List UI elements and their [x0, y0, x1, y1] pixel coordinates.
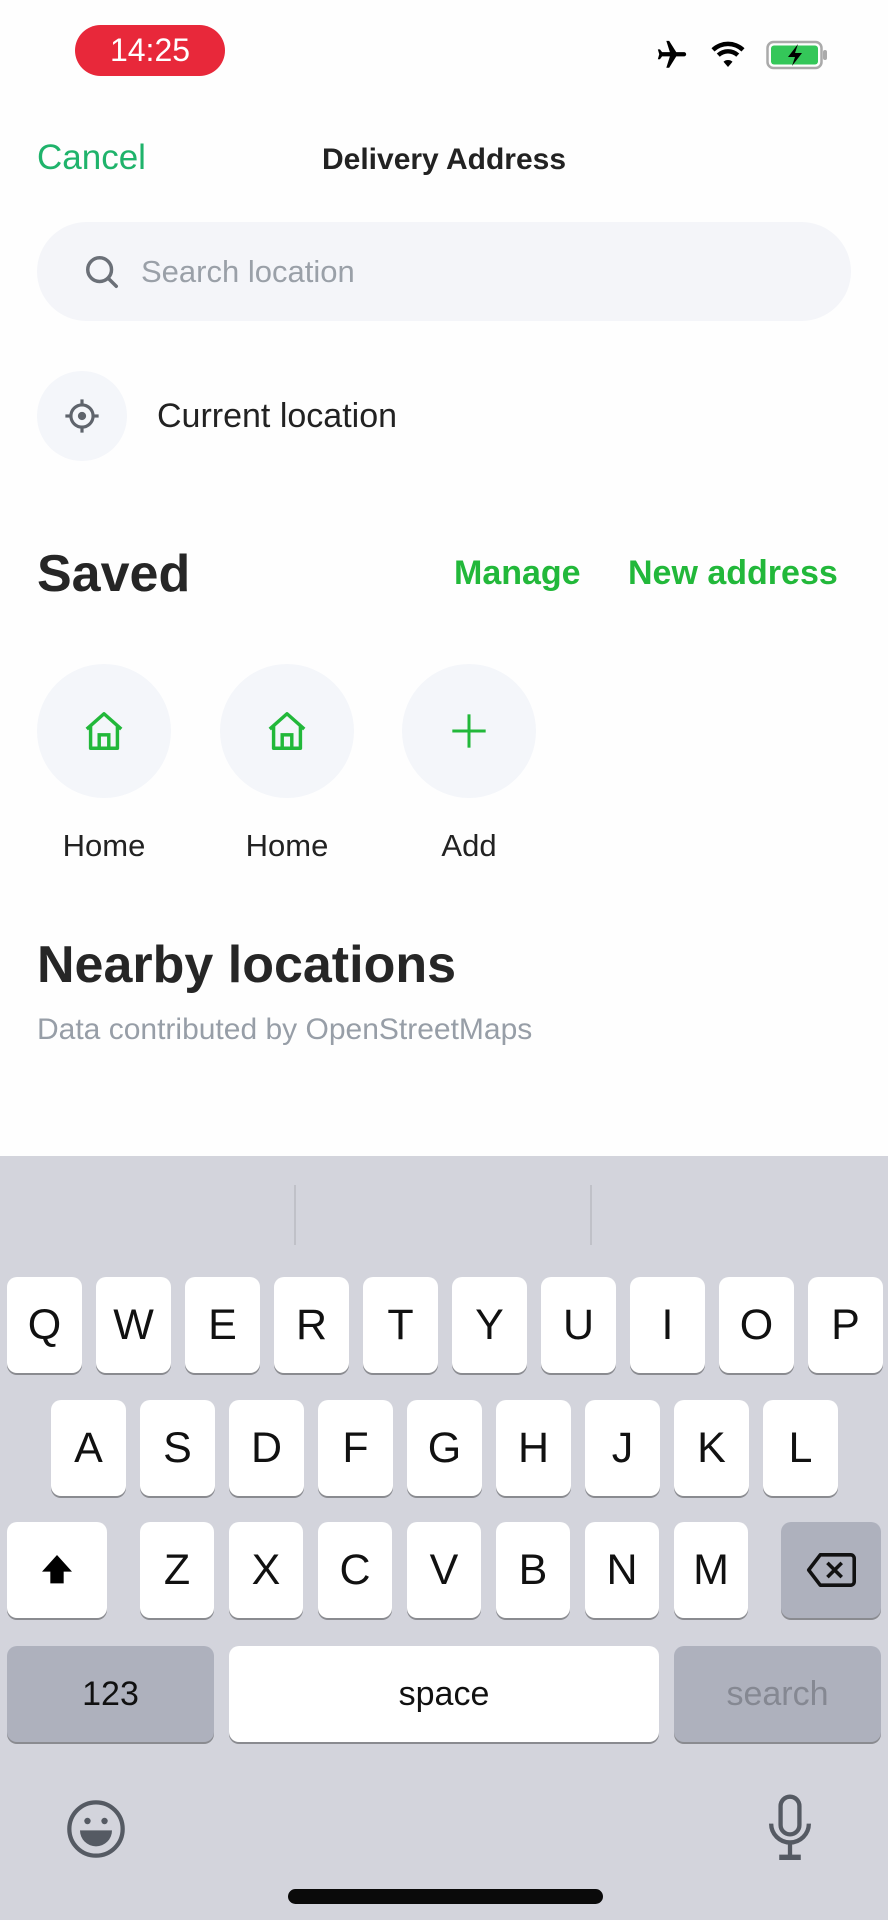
current-location-label: Current location: [157, 396, 398, 435]
key-b[interactable]: B: [496, 1522, 570, 1618]
suggestion-divider: [294, 1185, 296, 1245]
home-icon: [268, 712, 306, 750]
nearby-heading: Nearby locations: [37, 936, 457, 994]
battery-charging-icon: [766, 40, 827, 70]
saved-item-label: Home: [62, 828, 146, 863]
crosshair-icon: [65, 399, 99, 433]
key-o[interactable]: O: [719, 1277, 794, 1373]
saved-heading: Saved: [37, 545, 191, 603]
key-v[interactable]: V: [407, 1522, 481, 1618]
key-j[interactable]: J: [585, 1400, 660, 1496]
saved-item-label: Home: [245, 828, 329, 863]
key-f[interactable]: F: [318, 1400, 393, 1496]
numbers-key[interactable]: 123: [7, 1646, 214, 1742]
search-input[interactable]: [141, 253, 791, 290]
key-s[interactable]: S: [140, 1400, 215, 1496]
status-icons: [654, 38, 828, 72]
key-z[interactable]: Z: [140, 1522, 214, 1618]
home-indicator: [288, 1889, 603, 1904]
key-e[interactable]: E: [185, 1277, 260, 1373]
key-g[interactable]: G: [407, 1400, 482, 1496]
key-d[interactable]: D: [229, 1400, 304, 1496]
wifi-icon: [711, 41, 745, 67]
search-field[interactable]: [37, 222, 851, 321]
saved-item-circle: [37, 664, 171, 798]
saved-item-circle: [402, 664, 536, 798]
key-u[interactable]: U: [541, 1277, 616, 1373]
saved-item-circle: [220, 664, 354, 798]
key-m[interactable]: M: [674, 1522, 748, 1618]
search-key[interactable]: search: [674, 1646, 881, 1742]
key-r[interactable]: R: [274, 1277, 349, 1373]
plus-icon: [452, 714, 486, 748]
delete-key[interactable]: [781, 1522, 881, 1618]
emoji-icon[interactable]: [64, 1796, 128, 1862]
microphone-icon[interactable]: [762, 1794, 818, 1864]
suggestion-divider: [590, 1185, 592, 1245]
page-title: Delivery Address: [321, 143, 566, 176]
saved-item-add[interactable]: Add: [402, 664, 536, 864]
shift-key[interactable]: [7, 1522, 107, 1618]
key-p[interactable]: P: [808, 1277, 883, 1373]
current-location-icon-circle: [37, 371, 127, 461]
key-i[interactable]: I: [630, 1277, 705, 1373]
saved-item-home-2[interactable]: Home: [220, 664, 354, 864]
shift-icon: [42, 1555, 72, 1584]
search-icon: [86, 255, 118, 288]
key-x[interactable]: X: [229, 1522, 303, 1618]
key-k[interactable]: K: [674, 1400, 749, 1496]
key-w[interactable]: W: [96, 1277, 171, 1373]
attribution-text: Data contributed by OpenStreetMaps: [37, 1013, 533, 1046]
key-a[interactable]: A: [51, 1400, 126, 1496]
key-l[interactable]: L: [763, 1400, 838, 1496]
new-address-button[interactable]: New address: [628, 554, 838, 593]
manage-button[interactable]: Manage: [454, 554, 581, 593]
key-t[interactable]: T: [363, 1277, 438, 1373]
key-c[interactable]: C: [318, 1522, 392, 1618]
key-q[interactable]: Q: [7, 1277, 82, 1373]
space-key[interactable]: space: [229, 1646, 659, 1742]
home-icon: [85, 712, 123, 750]
key-h[interactable]: H: [496, 1400, 571, 1496]
key-n[interactable]: N: [585, 1522, 659, 1618]
status-time: 14:25: [75, 25, 225, 76]
saved-item-home-1[interactable]: Home: [37, 664, 171, 864]
current-location-row[interactable]: Current location: [37, 371, 397, 461]
saved-item-label: Add: [441, 828, 497, 863]
backspace-icon: [806, 1553, 856, 1587]
key-y[interactable]: Y: [452, 1277, 527, 1373]
airplane-icon: [657, 40, 687, 68]
